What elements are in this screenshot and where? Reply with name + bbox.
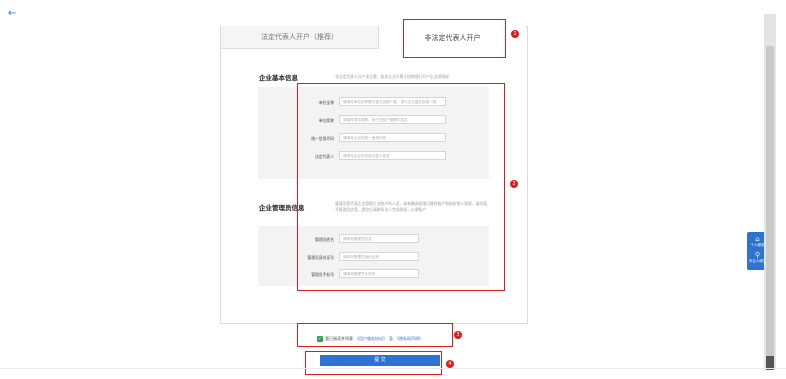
tab-legal-representative[interactable]: 法定代表人开户（推荐） xyxy=(221,26,378,48)
annotation-badge-3: 3 xyxy=(454,331,462,339)
annotation-box-2 xyxy=(297,83,505,291)
annotation-box-4 xyxy=(305,351,442,375)
scrollbar-thumb[interactable] xyxy=(766,46,774,356)
back-arrow-icon[interactable]: ← xyxy=(8,8,16,19)
annotation-badge-2: 2 xyxy=(510,180,518,188)
annotation-badge-4: 4 xyxy=(446,360,454,368)
basic-info-note: 非法定代表人开户须注意，若本企业不属于招商银行开户企业须授权 xyxy=(335,74,449,79)
annotation-badge-1: 1 xyxy=(511,30,519,38)
bottom-divider xyxy=(0,368,786,369)
personal-service-label: 个人服务 xyxy=(750,243,765,248)
annotation-box-3 xyxy=(297,323,453,347)
basic-info-title: 企业基本信息 xyxy=(259,74,298,82)
annotation-box-1 xyxy=(403,19,506,58)
